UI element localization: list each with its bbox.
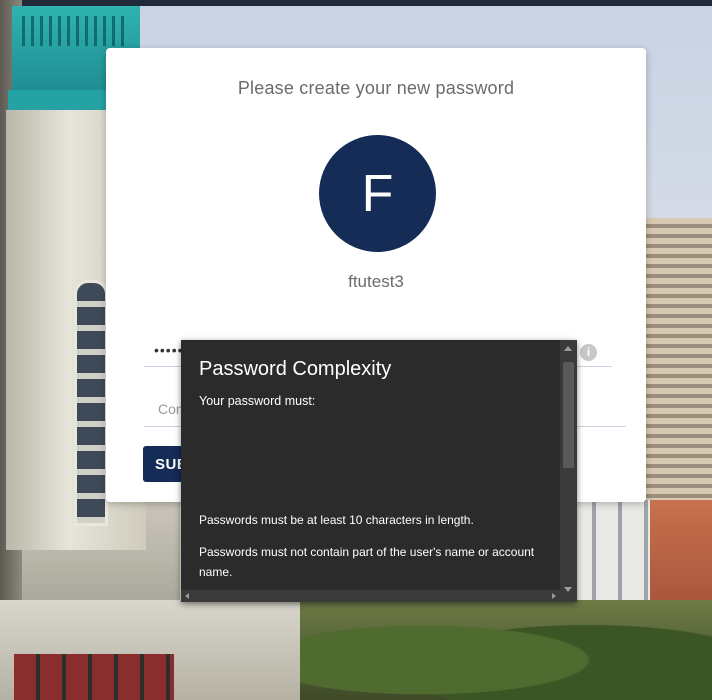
scroll-right-arrow-icon[interactable] bbox=[552, 593, 556, 599]
lower-building bbox=[0, 600, 330, 700]
arched-window bbox=[74, 280, 108, 526]
office-building bbox=[646, 218, 712, 518]
tooltip-subtitle: Your password must: bbox=[199, 394, 316, 408]
tooltip-horizontal-scrollbar[interactable] bbox=[181, 590, 560, 602]
tower-grill bbox=[22, 16, 130, 46]
scroll-down-arrow-icon[interactable] bbox=[564, 587, 572, 592]
storefront bbox=[14, 654, 174, 700]
avatar: F bbox=[319, 135, 436, 252]
rule-item: Passwords must be at least 10 characters… bbox=[199, 513, 474, 527]
password-complexity-tooltip: Password Complexity Your password must: … bbox=[181, 340, 577, 602]
scroll-up-arrow-icon[interactable] bbox=[564, 346, 572, 351]
palm-trees bbox=[300, 600, 712, 700]
scroll-left-arrow-icon[interactable] bbox=[185, 593, 189, 599]
tooltip-title: Password Complexity bbox=[199, 358, 392, 380]
username-label: ftutest3 bbox=[348, 272, 404, 291]
tooltip-vertical-scrollbar[interactable] bbox=[560, 340, 577, 602]
info-icon[interactable]: i bbox=[580, 344, 597, 361]
scrollbar-thumb[interactable] bbox=[563, 362, 574, 468]
rule-item: Passwords must not contain part of the u… bbox=[199, 545, 535, 579]
card-title: Please create your new password bbox=[237, 78, 515, 98]
